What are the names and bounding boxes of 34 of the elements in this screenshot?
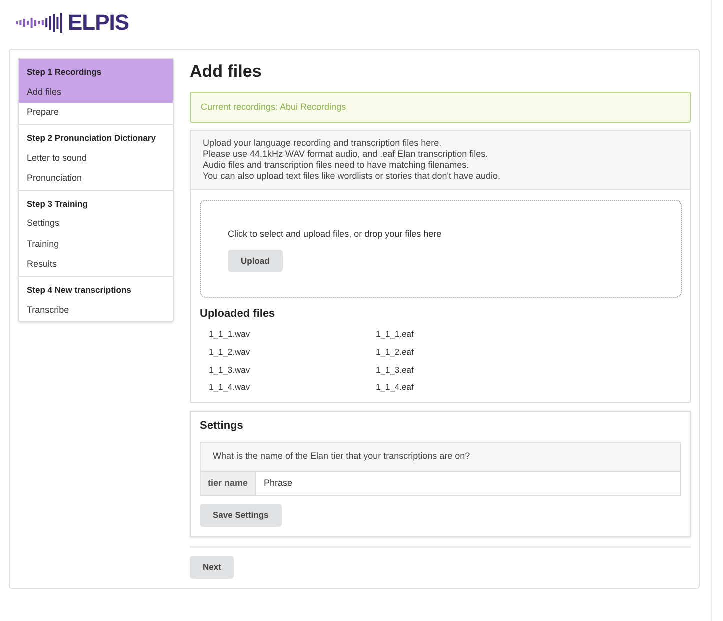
field-label: tier name [200, 472, 256, 496]
step-heading: Step 4 New transcriptions [26, 284, 132, 297]
sidebar-item[interactable]: Letter to sound [19, 148, 173, 169]
file-name: 1_1_4.wav [209, 381, 252, 394]
save-settings-button[interactable]: Save Settings [200, 504, 282, 528]
file-name: 1_1_3.eaf [376, 364, 415, 376]
sidebar-item[interactable]: Training [19, 234, 173, 256]
sidebar-item[interactable]: Transcribe [19, 300, 173, 321]
sidebar-item[interactable]: Prepare [19, 103, 173, 124]
file-name: 1_1_2.wav [209, 346, 252, 359]
file-name: 1_1_4.eaf [376, 381, 415, 394]
file-name: 1_1_2.eaf [376, 346, 415, 359]
question-text: What is the name of the Elan tier that your transcriptions are on? [200, 442, 681, 472]
drop-zone[interactable]: Click to select and upload files, or drop your files here Upload [200, 200, 682, 298]
step-heading: Step 1 Recordings [19, 59, 173, 83]
logo-text: ELPIS [68, 12, 130, 34]
upload-button[interactable]: Upload [228, 250, 283, 272]
instructions-text: Upload your language recording and transcription files here. Please use 44.1kHz WAV format audio, and .eaf Elan transcription files. Audio files and transcription files need to have matching filenames. You can also upload text files like wordlists or stories that don't have audio. [191, 131, 690, 190]
drop-hint: Click to select and upload files, or drop your files here [228, 228, 443, 241]
next-button[interactable]: Next [190, 556, 234, 579]
file-name: 1_1_3.wav [209, 364, 252, 376]
info-alert: Current recordings: Abui Recordings [190, 92, 691, 123]
section-heading: Settings [200, 420, 244, 434]
sidebar-item[interactable]: Results [19, 255, 173, 276]
tier-name-field[interactable]: Phrase [256, 472, 681, 496]
step-heading: Step 3 Training [26, 198, 89, 211]
file-name: 1_1_1.wav [209, 328, 252, 341]
sidebar-item[interactable]: Add files [19, 82, 173, 104]
section-heading: Uploaded files [200, 308, 276, 322]
sidebar-item[interactable]: Pronunciation [19, 169, 173, 190]
file-name: 1_1_1.eaf [376, 328, 415, 341]
page-title: Add files [190, 61, 263, 83]
sidebar-item[interactable]: Settings [19, 214, 173, 235]
step-heading: Step 2 Pronunciation Dictionary [26, 132, 157, 145]
